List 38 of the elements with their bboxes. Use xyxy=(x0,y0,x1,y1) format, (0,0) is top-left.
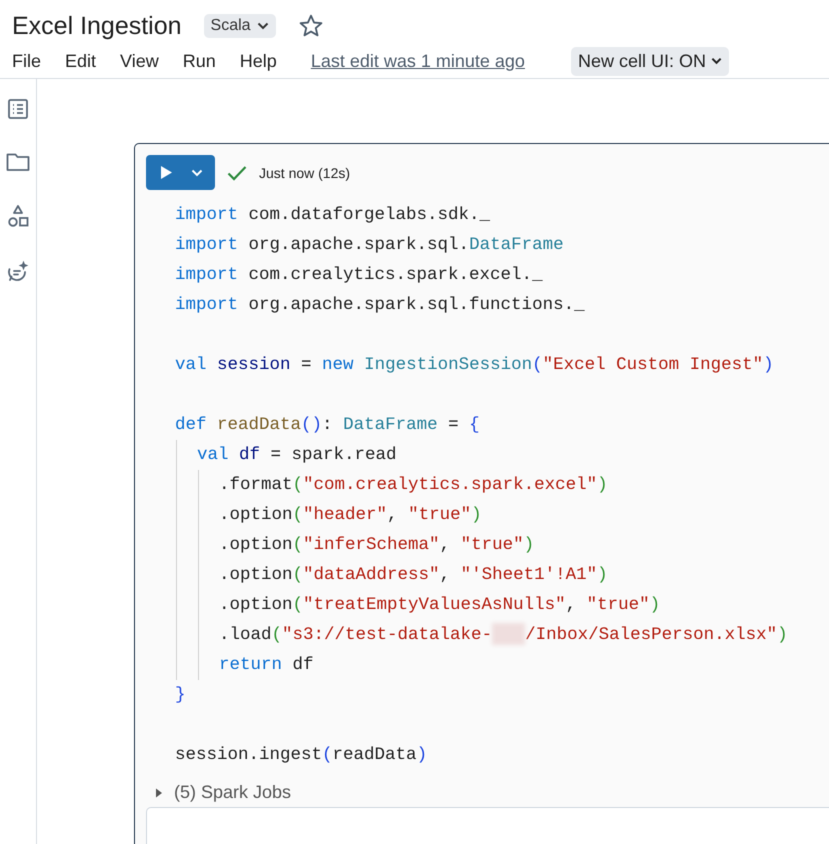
folder-icon[interactable] xyxy=(6,152,30,172)
play-icon xyxy=(160,165,173,180)
code-line: def readData(): DataFrame = { xyxy=(175,414,481,437)
code-line: session.ingest(readData) xyxy=(175,744,428,767)
language-dropdown[interactable]: Scala xyxy=(204,14,276,38)
last-edit-link[interactable]: Last edit was 1 minute ago xyxy=(310,50,525,72)
code-line: import org.apache.spark.sql.functions._ xyxy=(175,294,586,317)
code-line: return df xyxy=(219,654,315,677)
cell-ui-dropdown[interactable]: New cell UI: ON xyxy=(570,46,729,76)
star-icon[interactable] xyxy=(298,13,324,39)
chevron-down-icon xyxy=(191,168,203,176)
code-line: .option("header", "true") xyxy=(219,504,483,527)
menu-item[interactable]: View xyxy=(120,50,159,72)
code-line: } xyxy=(175,684,187,707)
spark-jobs-toggle[interactable]: (5) Spark Jobs xyxy=(146,770,829,803)
code-line: import org.apache.spark.sql.DataFrame xyxy=(175,234,565,257)
code-line: import com.dataforgelabs.sdk._ xyxy=(175,204,492,227)
caret-icon xyxy=(154,786,164,798)
code-line: .option("treatEmptyValuesAsNulls", "true") xyxy=(219,594,662,617)
run-button[interactable] xyxy=(146,155,215,190)
code-line: .option("dataAddress", "'Sheet1'!A1") xyxy=(219,564,609,587)
code-line: .format("com.crealytics.spark.excel") xyxy=(219,474,609,497)
list-icon[interactable] xyxy=(7,98,29,120)
menu-item[interactable]: File xyxy=(12,50,42,72)
code-line: val session = new IngestionSession("Excel Custom Ingest") xyxy=(175,354,775,377)
chevron-down-icon xyxy=(710,57,722,65)
notebook-title: Excel Ingestion xyxy=(12,12,182,40)
code-line: .option("inferSchema", "true") xyxy=(219,534,536,557)
chevron-down-icon xyxy=(256,22,269,30)
code-line: .load("s3://test-datalake- /Inbox/SalesPerson.xlsx") xyxy=(219,622,789,648)
run-status: Just now (12s) xyxy=(259,164,350,180)
menu-item[interactable]: Run xyxy=(182,50,216,72)
menu-item[interactable]: Edit xyxy=(65,50,96,72)
menu-item[interactable]: Help xyxy=(240,50,277,72)
code-line: val df = spark.read xyxy=(197,444,398,467)
chat-sparkle-icon[interactable] xyxy=(6,260,30,284)
shapes-icon[interactable] xyxy=(7,204,29,228)
code-line: import com.crealytics.spark.excel._ xyxy=(175,264,544,287)
